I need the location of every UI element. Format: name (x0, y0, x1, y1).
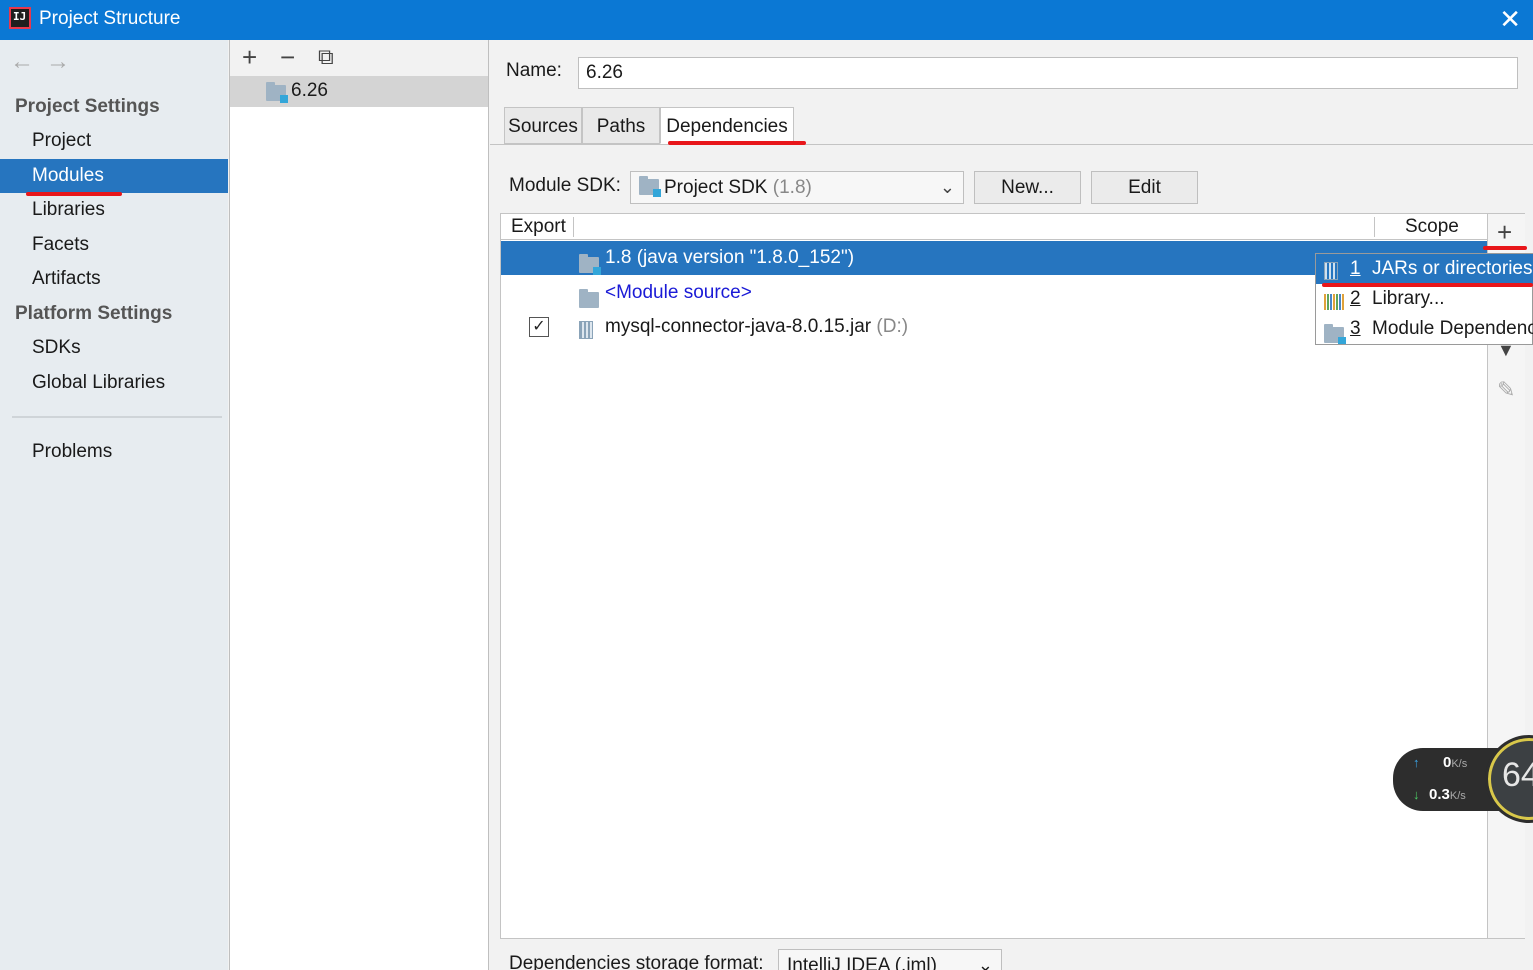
module-toolbar: + − ⧉ (230, 40, 488, 76)
annotation-underline-modules (26, 192, 122, 196)
export-column-header[interactable]: Export (511, 216, 566, 238)
menu-item-label: JARs or directories... (1372, 258, 1533, 279)
module-detail-panel: Name: 6.26 Sources Paths Dependencies Mo… (490, 40, 1533, 970)
app-icon-text: IJ (13, 10, 27, 23)
menu-item-label: Library... (1372, 288, 1445, 309)
download-speed: 0.3K/s (1429, 786, 1466, 803)
menu-item-label: Module Dependency... (1372, 318, 1533, 339)
row-label: mysql-connector-java-8.0.15.jar (D:) (605, 310, 908, 344)
sdk-select-value: Project SDK (664, 177, 768, 198)
upload-speed: 0K/s (1443, 754, 1467, 771)
row-label: <Module source> (605, 282, 752, 303)
sdk-select-version: (1.8) (772, 177, 812, 198)
storage-format-label: Dependencies storage format: (509, 953, 764, 970)
module-folder-icon (1324, 323, 1346, 344)
add-dependency-icon[interactable]: + (1497, 217, 1512, 248)
annotation-underline-dependencies (668, 141, 806, 145)
download-arrow-icon: ↓ (1413, 787, 1420, 802)
storage-format-value: IntelliJ IDEA (.iml) (787, 955, 937, 970)
module-sdk-select[interactable]: Project SDK (1.8) ⌄ (630, 171, 964, 204)
gauge-value: 64 (1502, 756, 1533, 794)
jar-location: (D:) (876, 316, 909, 337)
history-arrows: ← → (10, 48, 82, 76)
add-module-icon[interactable]: + (242, 42, 257, 73)
menu-item-jars[interactable]: 1 JARs or directories... (1316, 254, 1533, 284)
module-list-panel: + − ⧉ 6.26 (229, 40, 489, 970)
scope-column-header[interactable]: Scope (1405, 216, 1459, 238)
back-arrow-icon[interactable]: ← (10, 48, 34, 75)
storage-format-select[interactable]: IntelliJ IDEA (.iml) ⌄ (778, 949, 1002, 970)
nav-item-facets[interactable]: Facets (0, 228, 228, 262)
module-sdk-label: Module SDK: (509, 175, 621, 196)
module-folder-icon (266, 82, 288, 103)
forward-arrow-icon[interactable]: → (46, 48, 70, 75)
name-label: Name: (506, 60, 562, 81)
tab-sources[interactable]: Sources (504, 107, 582, 144)
annotation-underline-add (1483, 246, 1527, 250)
jar-name: mysql-connector-java-8.0.15.jar (605, 316, 872, 337)
edit-sdk-button[interactable]: Edit (1091, 171, 1198, 204)
nav-item-artifacts[interactable]: Artifacts (0, 262, 228, 296)
chevron-down-icon: ⌄ (977, 955, 993, 970)
close-icon[interactable]: ✕ (1499, 4, 1521, 35)
library-icon (1324, 290, 1344, 314)
upload-unit: K/s (1451, 758, 1468, 770)
annotation-underline-jars (1322, 283, 1533, 287)
nav-item-libraries[interactable]: Libraries (0, 193, 228, 227)
column-divider (1374, 217, 1375, 237)
window-title: Project Structure (39, 8, 181, 29)
export-checkbox[interactable]: ✓ (529, 317, 549, 337)
table-header: Export Scope (501, 214, 1487, 240)
project-settings-header: Project Settings (15, 96, 160, 117)
menu-item-number: 1 (1350, 258, 1361, 279)
add-dependency-menu: 1 JARs or directories... 2 Library... 3 … (1315, 253, 1533, 345)
download-unit: K/s (1449, 790, 1466, 802)
download-value: 0.3 (1429, 786, 1450, 803)
copy-module-icon[interactable]: ⧉ (318, 44, 334, 70)
sdk-folder-icon (639, 176, 661, 197)
nav-item-sdks[interactable]: SDKs (0, 331, 228, 365)
network-speed-widget[interactable]: ↑ 0K/s ↓ 0.3K/s 64 (1393, 735, 1533, 823)
module-item-label: 6.26 (291, 80, 328, 101)
menu-item-module-dependency[interactable]: 3 Module Dependency... (1316, 314, 1533, 344)
name-field[interactable]: 6.26 (578, 57, 1518, 89)
menu-item-number: 2 (1350, 288, 1361, 309)
memory-gauge: 64 (1485, 735, 1533, 823)
tab-dependencies[interactable]: Dependencies (660, 107, 794, 144)
new-sdk-button[interactable]: New... (974, 171, 1081, 204)
module-item[interactable]: 6.26 (230, 76, 488, 107)
row-label: 1.8 (java version "1.8.0_152") (605, 247, 855, 268)
tab-divider (490, 144, 1533, 145)
title-bar: IJ Project Structure ✕ (0, 0, 1533, 40)
jar-icon (579, 317, 593, 351)
chevron-down-icon: ⌄ (939, 177, 955, 197)
edit-icon[interactable]: ✎ (1497, 377, 1515, 403)
nav-separator (12, 416, 222, 418)
nav-item-problems[interactable]: Problems (0, 435, 228, 469)
jar-icon (1324, 260, 1338, 284)
column-divider (573, 217, 574, 237)
menu-item-number: 3 (1350, 318, 1361, 339)
menu-item-library[interactable]: 2 Library... (1316, 284, 1533, 314)
nav-item-modules[interactable]: Modules (0, 159, 228, 193)
platform-settings-header: Platform Settings (15, 303, 173, 324)
nav-item-global-libraries[interactable]: Global Libraries (0, 366, 228, 400)
intellij-icon: IJ (9, 7, 31, 29)
settings-nav: ← → Project Settings Project Modules Libr… (0, 40, 228, 970)
upload-arrow-icon: ↑ (1413, 755, 1420, 770)
tab-paths[interactable]: Paths (582, 107, 660, 144)
nav-item-project[interactable]: Project (0, 124, 228, 158)
remove-module-icon[interactable]: − (280, 42, 295, 73)
